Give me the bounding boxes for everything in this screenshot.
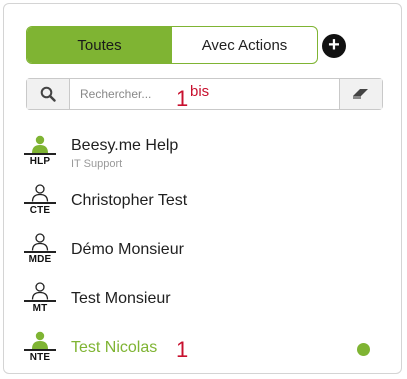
person-icon xyxy=(31,184,49,202)
clear-search-button[interactable] xyxy=(339,79,382,109)
contact-item[interactable]: CTE Christopher Test xyxy=(20,184,380,228)
eraser-icon xyxy=(353,89,368,99)
person-icon xyxy=(31,233,49,251)
contact-item[interactable]: MT Test Monsieur xyxy=(20,282,380,326)
search-button[interactable] xyxy=(27,79,70,109)
contact-name: Christopher Test xyxy=(71,192,188,209)
plus-circle-icon[interactable]: + xyxy=(322,34,346,58)
avatar: MDE xyxy=(22,233,58,275)
contact-name: Démo Monsieur xyxy=(71,241,184,258)
contact-item[interactable]: HLP Beesy.me Help IT Support xyxy=(20,135,380,179)
avatar-initials: MT xyxy=(32,303,48,314)
tab-all[interactable]: Toutes xyxy=(27,27,172,63)
avatar: HLP xyxy=(22,135,58,177)
avatar-initials: NTE xyxy=(29,352,51,363)
contact-name: Test Nicolas xyxy=(71,339,158,356)
annotation-contact-number: 1 xyxy=(176,337,189,362)
avatar-initials: MDE xyxy=(28,254,52,265)
tab-with-actions[interactable]: Avec Actions xyxy=(172,27,317,63)
online-status-dot xyxy=(357,343,370,356)
avatar: CTE xyxy=(22,184,58,226)
annotation-search-number: 1 xyxy=(176,86,189,111)
filter-tabs: Toutes Avec Actions xyxy=(26,26,318,64)
avatar: NTE xyxy=(22,331,58,373)
avatar-initials: CTE xyxy=(29,205,51,216)
avatar-initials: HLP xyxy=(29,156,51,167)
contact-name: Test Monsieur xyxy=(71,290,171,307)
avatar: MT xyxy=(22,282,58,324)
contact-item[interactable]: NTE Test Nicolas xyxy=(20,331,380,375)
contact-name: Beesy.me Help xyxy=(71,137,179,154)
person-icon xyxy=(31,282,49,300)
search-icon xyxy=(40,86,56,102)
person-icon xyxy=(32,135,48,153)
person-icon xyxy=(32,331,48,349)
contact-subtitle: IT Support xyxy=(71,158,123,170)
contact-item[interactable]: MDE Démo Monsieur xyxy=(20,233,380,277)
annotation-search-sup: bis xyxy=(190,83,210,100)
